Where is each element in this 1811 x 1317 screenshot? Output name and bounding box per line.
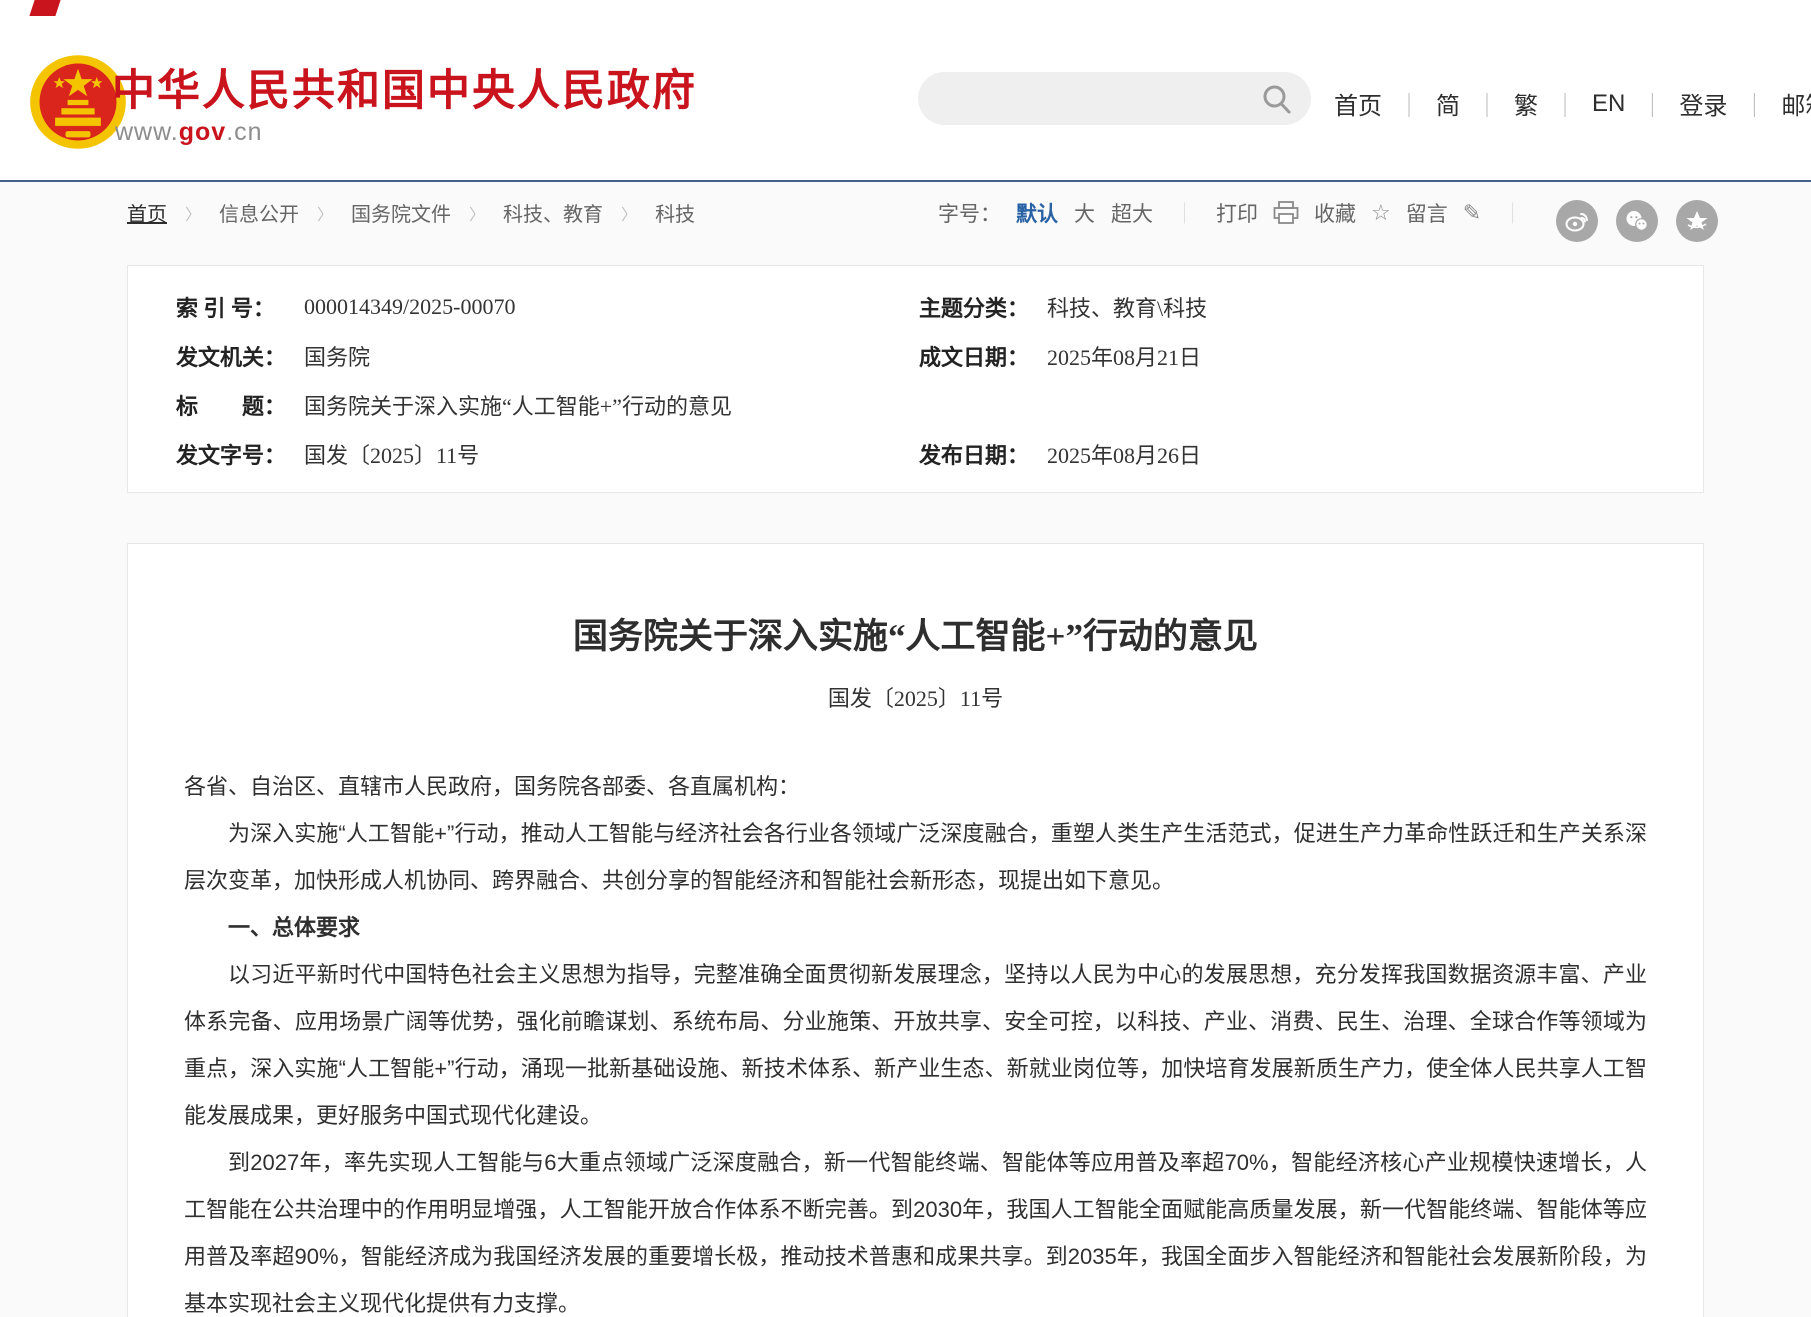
nav-link-3[interactable]: 繁	[1514, 86, 1538, 121]
meta-label: 成文日期：	[919, 340, 1047, 372]
search-input[interactable]	[942, 80, 1246, 118]
search-box	[918, 72, 1311, 125]
meta-label: 发布日期：	[919, 438, 1047, 470]
site-url: www.gov.cn	[115, 118, 263, 147]
comment-button[interactable]: 留言	[1406, 198, 1448, 228]
breadcrumb-link-3[interactable]: 国务院文件	[351, 198, 451, 227]
nav-link-6[interactable]: 邮箱	[1781, 86, 1811, 121]
meta-value: 科技、教育\科技	[1047, 291, 1207, 323]
breadcrumb-separator: 〉	[185, 201, 201, 225]
doc-section-heading: 一、总体要求	[184, 904, 1647, 951]
site-title: 中华人民共和国中央人民政府	[112, 56, 697, 118]
breadcrumb-link-2[interactable]: 信息公开	[219, 198, 299, 227]
doc-paragraph: 各省、自治区、直辖市人民政府，国务院各部委、各直属机构：	[184, 763, 1647, 810]
nav-link-1[interactable]: 首页	[1334, 86, 1382, 121]
font-size-option-默认[interactable]: 默认	[1016, 198, 1058, 228]
page: 中华人民共和国中央人民政府 www.gov.cn 首页 ｜ 简 ｜ 繁 ｜ EN ｜ 登录 ｜ 邮箱…	[0, 0, 1811, 1317]
nav-divider: ｜	[1475, 86, 1499, 121]
meta-value: 国发〔2025〕11号	[304, 438, 732, 470]
font-size-options: 默认大超大	[1016, 198, 1153, 228]
search-icon[interactable]	[1261, 83, 1293, 115]
breadcrumb-separator: 〉	[317, 201, 333, 225]
font-size-label: 字号：	[938, 198, 1001, 228]
meta-label: 索 引 号：	[176, 291, 304, 323]
document-title: 国务院关于深入实施“人工智能+”行动的意见	[168, 608, 1663, 659]
printer-icon[interactable]	[1273, 201, 1299, 225]
doc-paragraph: 为深入实施“人工智能+”行动，推动人工智能与经济社会各行业各领域广泛深度融合，重…	[184, 810, 1647, 904]
document-meta-card: 索 引 号：000014349/2025-00070发文机关：国务院标 题：国务…	[127, 265, 1704, 493]
meta-value: 国务院关于深入实施“人工智能+”行动的意见	[304, 389, 732, 421]
breadcrumb-separator: 〉	[469, 201, 485, 225]
document-card: 国务院关于深入实施“人工智能+”行动的意见 国发〔2025〕11号 各省、自治区…	[127, 543, 1704, 1317]
doc-paragraph: 以习近平新时代中国特色社会主义思想为指导，完整准确全面贯彻新发展理念，坚持以人民…	[184, 951, 1647, 1139]
nav-link-2[interactable]: 简	[1436, 86, 1460, 121]
breadcrumb-link-5[interactable]: 科技	[655, 198, 695, 227]
toolbar-divider: ｜	[1174, 198, 1195, 228]
meta-label: 发文字号：	[176, 438, 304, 470]
meta-label: 主题分类：	[919, 291, 1047, 323]
star-icon[interactable]: ☆	[1371, 200, 1391, 226]
site-header: 中华人民共和国中央人民政府 www.gov.cn 首页 ｜ 简 ｜ 繁 ｜ EN ｜ 登录 ｜ 邮箱…	[0, 0, 1811, 180]
meta-label: 发文机关：	[176, 340, 304, 372]
article-toolbar: 字号： 默认大超大 ｜ 打印 收藏 ☆ 留言 ✎ ｜	[938, 198, 1529, 228]
breadcrumb-link-4[interactable]: 科技、教育	[503, 198, 603, 227]
toolbar-divider: ｜	[1502, 198, 1523, 228]
meta-value: 国务院	[304, 340, 732, 372]
banner-corner-decoration	[29, 0, 60, 16]
qzone-share-icon[interactable]	[1676, 200, 1718, 242]
share-bar	[1556, 200, 1718, 242]
meta-value: 2025年08月26日	[1047, 438, 1207, 470]
meta-value: 000014349/2025-00070	[304, 294, 732, 320]
nav-link-4[interactable]: EN	[1592, 90, 1625, 118]
meta-table-right: 主题分类：科技、教育\科技成文日期：2025年08月21日发布日期：2025年0…	[919, 282, 1207, 478]
font-size-option-超大[interactable]: 超大	[1111, 198, 1153, 228]
weibo-icon[interactable]	[1556, 200, 1598, 242]
document-number: 国发〔2025〕11号	[128, 681, 1703, 713]
meta-table-left: 索 引 号：000014349/2025-00070发文机关：国务院标 题：国务…	[176, 282, 732, 478]
nav-divider: ｜	[1397, 86, 1421, 121]
nav-divider: ｜	[1640, 86, 1664, 121]
breadcrumb-separator: 〉	[621, 201, 637, 225]
document-body: 各省、自治区、直辖市人民政府，国务院各部委、各直属机构：为深入实施“人工智能+”…	[184, 763, 1647, 1317]
font-size-option-大[interactable]: 大	[1074, 198, 1095, 228]
doc-paragraph: 到2027年，率先实现人工智能与6大重点领域广泛深度融合，新一代智能终端、智能体…	[184, 1139, 1647, 1317]
wechat-icon[interactable]	[1616, 200, 1658, 242]
header-divider	[0, 180, 1811, 182]
favorite-button[interactable]: 收藏	[1314, 198, 1356, 228]
pencil-icon[interactable]: ✎	[1463, 200, 1481, 226]
top-nav: 首页｜简｜繁｜EN｜登录｜邮箱｜无障碍	[1334, 86, 1811, 121]
meta-label: 标 题：	[176, 389, 304, 421]
breadcrumb-link-1[interactable]: 首页	[127, 198, 167, 227]
print-button[interactable]: 打印	[1216, 198, 1258, 228]
nav-divider: ｜	[1553, 86, 1577, 121]
breadcrumb: 首页〉信息公开〉国务院文件〉科技、教育〉科技	[127, 198, 695, 227]
nav-link-5[interactable]: 登录	[1679, 86, 1727, 121]
meta-value: 2025年08月21日	[1047, 340, 1207, 372]
nav-divider: ｜	[1742, 86, 1766, 121]
